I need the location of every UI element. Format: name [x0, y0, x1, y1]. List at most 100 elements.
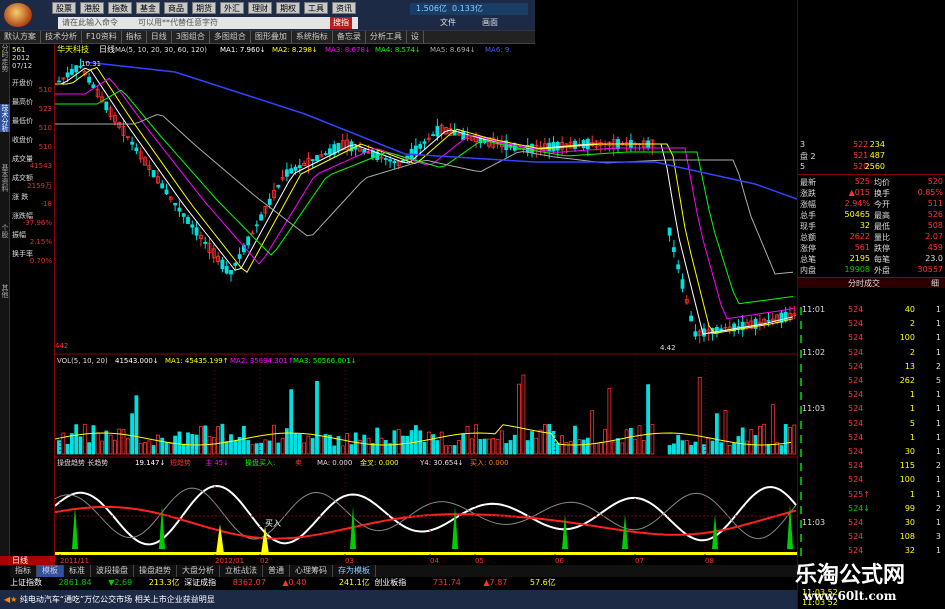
toolbar-item-7[interactable]: 图形叠加	[251, 31, 292, 43]
volume-bar	[95, 432, 100, 455]
info-value: 510	[38, 124, 52, 132]
candle-body	[315, 155, 319, 161]
tick-count: 1	[935, 333, 941, 343]
volume-bar	[465, 426, 470, 455]
tick-volume: 100	[899, 475, 915, 485]
volume-bar	[598, 441, 603, 455]
volume-bar	[216, 426, 221, 455]
quote-label: 总额	[800, 233, 816, 242]
k-period-tab[interactable]: 日线	[0, 556, 55, 565]
toolbar-item-2[interactable]: F10资料	[82, 31, 122, 43]
ma-label: MA(5, 10, 20, 30, 60, 120)	[115, 46, 207, 54]
menu-item-4[interactable]: 商品	[164, 2, 188, 14]
left-tab-1[interactable]: 技术分析	[0, 104, 10, 132]
tick-title[interactable]: 分时成交	[848, 278, 880, 289]
info-value: 0.70%	[29, 257, 52, 265]
indicator-tab-5[interactable]: 大盘分析	[177, 565, 220, 577]
tick-count: 1	[935, 319, 941, 329]
x-axis-label: 02	[260, 557, 269, 564]
toolbar-item-6[interactable]: 多图组合	[210, 31, 251, 43]
volume-bar	[512, 434, 517, 455]
window-menu[interactable]: 画面	[482, 17, 498, 28]
moving-averages	[55, 61, 797, 335]
candle-body	[392, 160, 397, 164]
toolbar-item-8[interactable]: 系统指标	[292, 31, 333, 43]
file-menu[interactable]: 文件	[440, 17, 456, 28]
menu-item-0[interactable]: 股票	[52, 2, 76, 14]
indicator-tab-9[interactable]: 存为模板	[333, 565, 376, 577]
menu-item-6[interactable]: 外汇	[220, 2, 244, 14]
volume-bar	[629, 428, 633, 455]
indicator-tab-2[interactable]: 标准	[64, 565, 91, 577]
orderbook-volume: 487	[869, 151, 885, 160]
candle-body	[336, 143, 341, 152]
indicator-tab-0[interactable]: 指标	[10, 565, 37, 577]
quote-value: 2622	[849, 232, 870, 241]
candle-body	[435, 126, 440, 137]
quote-label: 总笔	[800, 255, 816, 264]
volume-bar	[396, 428, 401, 455]
volume-bar	[715, 413, 719, 455]
indicator-tab-8[interactable]: 心理筹码	[290, 565, 333, 577]
menu-item-1[interactable]: 港股	[80, 2, 104, 14]
toolbar-item-5[interactable]: 3图组合	[172, 31, 210, 43]
volume-bar	[284, 428, 289, 455]
volume-bar	[646, 384, 650, 455]
volume-bar	[156, 434, 160, 455]
tick-count: 1	[935, 432, 941, 442]
volume-bar	[413, 425, 418, 455]
app-logo-icon[interactable]	[4, 3, 32, 27]
toolbar-item-11[interactable]: 设	[407, 31, 424, 43]
menu-item-5[interactable]: 期货	[192, 2, 216, 14]
volume-bar	[732, 443, 736, 455]
menu-item-3[interactable]: 基金	[136, 2, 160, 14]
indicator-tab-4[interactable]: 操盘趋势	[134, 565, 177, 577]
x-axis-label: 08	[705, 557, 714, 564]
news-ticker[interactable]: ◀★ 纯电动汽车“通吃”万亿公交市场 相关上市企业获益明显	[0, 590, 797, 609]
tick-time: 11:03	[802, 518, 826, 527]
menu-item-2[interactable]: 指数	[108, 2, 132, 14]
left-tab-3[interactable]: 个股	[0, 224, 10, 238]
toolbar-item-10[interactable]: 分析工具	[366, 31, 407, 43]
tick-tab[interactable]: 细	[931, 278, 939, 289]
cy-index-name[interactable]: 创业板指	[374, 578, 406, 587]
tick-marker	[800, 449, 802, 457]
candle-body	[57, 80, 61, 83]
left-tab-2[interactable]: 基本资料	[0, 164, 10, 192]
indicator-tab-3[interactable]: 波段操盘	[91, 565, 134, 577]
volume-bar	[581, 439, 586, 455]
indicator-tab-1[interactable]: 模板	[37, 565, 64, 577]
quote-value2: 526	[927, 210, 943, 219]
indicator-tab-7[interactable]: 普通	[263, 565, 290, 577]
menu-item-8[interactable]: 期权	[276, 2, 300, 14]
tick-marker	[800, 505, 802, 514]
toolbar-item-1[interactable]: 技术分析	[41, 31, 82, 43]
left-tab-4[interactable]: 其他	[0, 284, 10, 298]
menu-item-10[interactable]: 资讯	[332, 2, 356, 14]
sz-index-name[interactable]: 深证成指	[184, 578, 216, 587]
left-tab-0[interactable]: 分时走势	[0, 44, 10, 72]
sh-index-name[interactable]: 上证指数	[10, 578, 42, 587]
volume-bar	[121, 429, 126, 455]
quote-value2: 508	[927, 221, 943, 230]
tick-count: 1	[935, 447, 941, 456]
toolbar-item-3[interactable]: 指标	[122, 31, 147, 43]
menu-item-9[interactable]: 工具	[304, 2, 328, 14]
quick-stat-1: 1.506亿	[416, 4, 447, 13]
menu-item-7[interactable]: 理财	[248, 2, 272, 14]
toolbar-item-9[interactable]: 备忘录	[333, 31, 366, 43]
toolbar-item-4[interactable]: 日线	[147, 31, 172, 43]
indicator-tab-6[interactable]: 立桩战法	[220, 565, 263, 577]
news-text[interactable]: 纯电动汽车“通吃”万亿公交市场 相关上市企业获益明显	[20, 595, 215, 604]
high-price-label: 10.31	[81, 60, 101, 68]
candle-body	[667, 227, 672, 236]
search-hint: 可以用**代替任意字符	[138, 18, 218, 27]
search-button[interactable]: 搜指	[330, 17, 352, 29]
indicator-part: 短趋势	[170, 458, 191, 467]
search-input[interactable]: 请在此输入命令 可以用**代替任意字符	[58, 17, 358, 29]
volume-bar	[220, 423, 225, 455]
buy-spike	[72, 506, 78, 549]
stock-chart-area[interactable]: 华天科技 日线 MA(5, 10, 20, 30, 60, 120) MA1: 7.9…	[55, 44, 797, 564]
volume-bar	[620, 442, 625, 455]
toolbar-item-0[interactable]: 默认方案	[0, 31, 41, 43]
